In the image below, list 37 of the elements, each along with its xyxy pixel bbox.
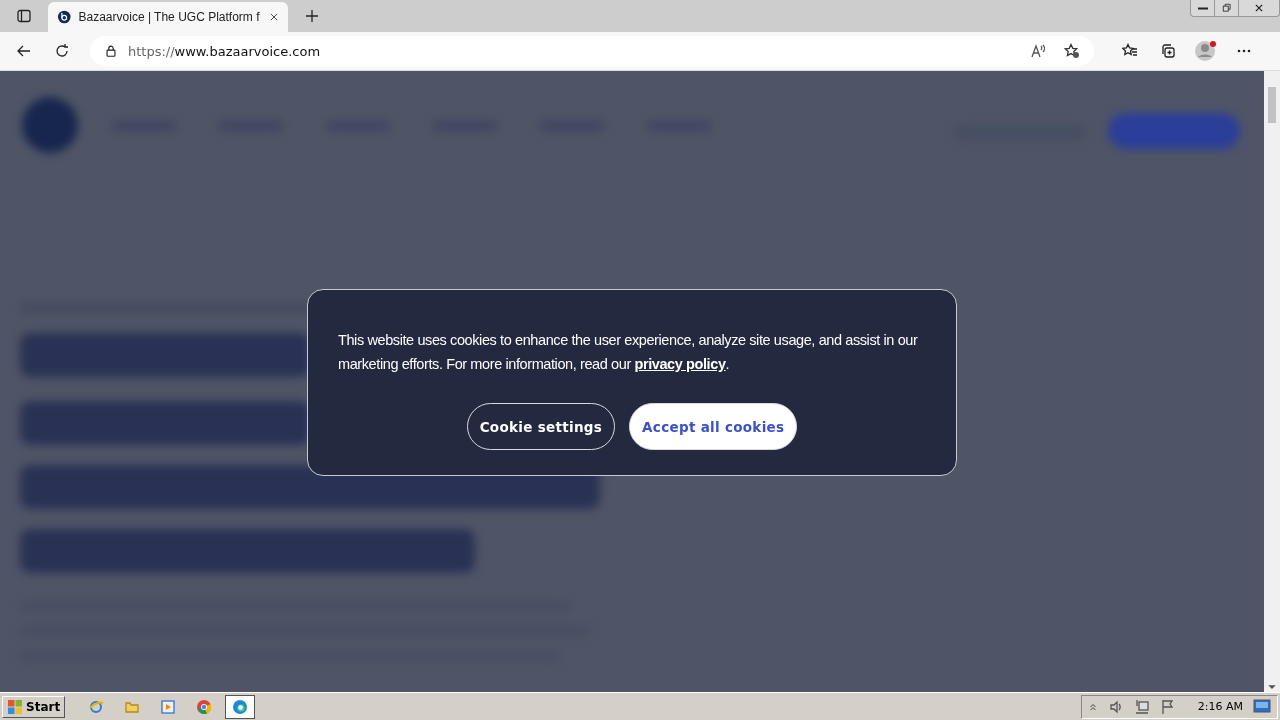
back-arrow-icon [16, 43, 32, 59]
windows-logo-icon [7, 698, 23, 715]
speaker-icon [1107, 698, 1124, 715]
scrollbar-thumb[interactable] [1268, 87, 1276, 123]
refresh-icon [54, 43, 70, 59]
read-aloud-icon [1030, 43, 1046, 59]
site-logo-icon [58, 9, 71, 25]
scrollbar[interactable] [1264, 71, 1280, 692]
url-text: https://www.bazaarvoice.com [128, 43, 322, 59]
tab-actions-icon [16, 8, 32, 24]
privacy-policy-link[interactable]: privacy policy [634, 356, 726, 372]
flag-icon [1159, 698, 1176, 715]
globe-icon [88, 698, 105, 715]
play-icon [160, 698, 177, 715]
avatar-icon [1194, 39, 1218, 63]
star-list-icon [1122, 43, 1138, 59]
close-icon [268, 12, 279, 22]
chrome-icon [196, 698, 213, 715]
tab-title: Bazaarvoice | The UGC Platform f [78, 10, 260, 24]
chevron-up-icon [1087, 701, 1098, 712]
start-button[interactable]: Start [2, 695, 66, 718]
desktop-icon[interactable] [1253, 698, 1271, 715]
restore-icon [1221, 3, 1232, 13]
close-icon [1254, 3, 1264, 13]
star-plus-icon [1064, 43, 1080, 59]
edge-icon [232, 698, 249, 715]
collections-icon [1160, 43, 1176, 59]
address-field[interactable]: https://www.bazaarvoice.com [90, 36, 1094, 66]
browser-tab[interactable]: Bazaarvoice | The UGC Platform f [48, 2, 288, 32]
lock-icon [104, 44, 118, 58]
cookie-message: This website uses cookies to enhance the user experience, analyze site usage, and assist in our marketing efforts. For more information, read our privacy policy. [338, 331, 919, 374]
plus-icon [304, 8, 320, 24]
network-icon [1133, 698, 1150, 715]
taskbar-app-button[interactable] [225, 694, 256, 719]
accept-cookies-button[interactable]: Accept all cookies [629, 403, 798, 450]
minimize-icon [1197, 6, 1208, 10]
clock: 2:16 AM [1197, 700, 1243, 713]
